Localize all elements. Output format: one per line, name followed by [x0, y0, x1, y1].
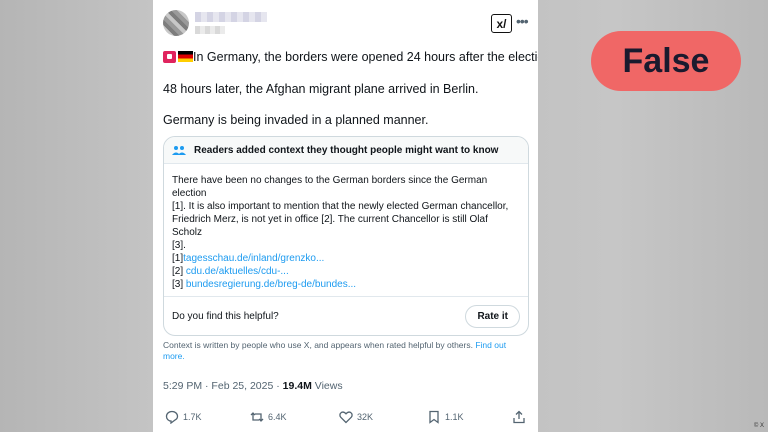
post-card: x/ ••• In Germany, the borders were open… [153, 0, 538, 432]
german-flag-icon [178, 51, 193, 62]
note-line: There have been no changes to the German… [172, 175, 488, 199]
ref-link-1[interactable]: tagesschau.de/inland/grenzko... [183, 253, 324, 264]
reply-button[interactable]: 1.7K [165, 410, 202, 424]
avatar[interactable] [163, 10, 189, 36]
rate-it-button[interactable]: Rate it [465, 305, 520, 328]
community-note-title: Readers added context they thought peopl… [194, 144, 499, 156]
reply-icon [165, 410, 179, 424]
share-icon [513, 410, 525, 424]
note-line: Friedrich Merz, is not yet in office [2]… [172, 214, 488, 238]
community-note-header: Readers added context they thought peopl… [164, 137, 528, 164]
like-count: 32K [357, 412, 374, 422]
context-disclaimer: Context is written by people who use X, … [163, 340, 507, 361]
image-credit: © X [753, 423, 764, 429]
alert-emoji-icon [163, 51, 176, 63]
note-line: [1]. It is also important to mention tha… [172, 201, 509, 212]
ref-link-3[interactable]: bundesregierung.de/breg-de/bundes... [186, 279, 356, 290]
community-note-body: There have been no changes to the German… [164, 164, 528, 291]
post-text-line-1: In Germany, the borders were opened 24 h… [163, 50, 538, 64]
verdict-badge: False [591, 31, 741, 91]
views-count: 19.4M [282, 380, 312, 392]
more-icon[interactable]: ••• [516, 13, 529, 29]
note-ref-1: [1]tagesschau.de/inland/grenzko... [172, 253, 325, 264]
note-ref-2: [2] cdu.de/aktuelles/cdu-... [172, 266, 289, 277]
views-label: Views [311, 380, 343, 392]
community-note: Readers added context they thought peopl… [163, 136, 529, 336]
blurred-display-name [195, 12, 267, 22]
blurred-handle [195, 26, 225, 34]
post-text-line-2: 48 hours later, the Afghan migrant plane… [163, 82, 479, 96]
note-line: [3]. [172, 240, 186, 251]
like-button[interactable]: 32K [339, 410, 373, 424]
repost-count: 6.4K [268, 412, 287, 422]
share-button[interactable] [512, 410, 526, 424]
bookmark-button[interactable]: 1.1K [427, 410, 464, 424]
post-meta: 5:29 PM · Feb 25, 2025 · 19.4M Views [163, 380, 343, 392]
grok-icon[interactable]: x/ [491, 14, 512, 33]
action-bar: 1.7K 6.4K 32K 1.1K [153, 410, 538, 428]
repost-button[interactable]: 6.4K [250, 410, 287, 424]
repost-icon [250, 412, 264, 422]
bookmark-count: 1.1K [445, 412, 464, 422]
post-timestamp[interactable]: 5:29 PM · Feb 25, 2025 · [163, 380, 283, 392]
helpful-question: Do you find this helpful? [172, 311, 279, 322]
ref-link-2[interactable]: cdu.de/aktuelles/cdu-... [186, 266, 289, 277]
community-note-footer: Do you find this helpful? Rate it [164, 296, 528, 335]
note-ref-3: [3] bundesregierung.de/breg-de/bundes... [172, 279, 357, 290]
bookmark-icon [429, 410, 439, 424]
heart-icon [339, 411, 353, 424]
post-text-line-3: Germany is being invaded in a planned ma… [163, 113, 429, 127]
reply-count: 1.7K [183, 412, 202, 422]
people-icon [172, 146, 186, 155]
